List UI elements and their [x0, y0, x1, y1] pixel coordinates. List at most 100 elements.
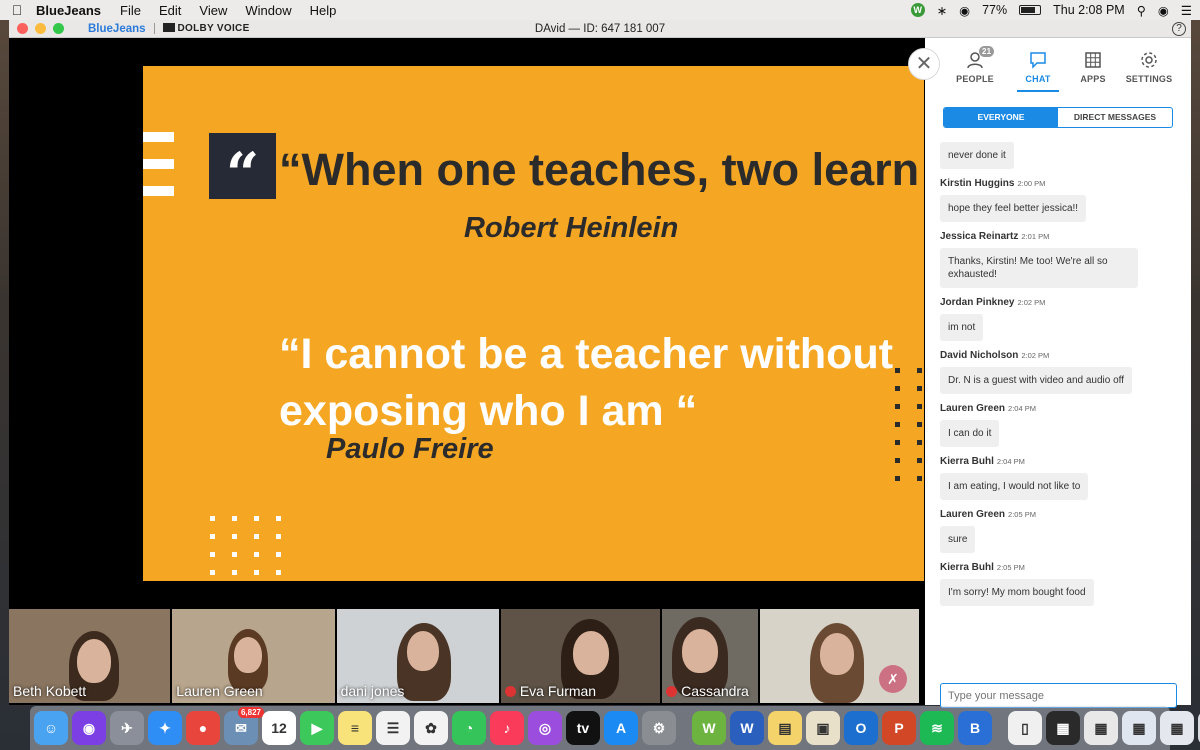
- message-header: Lauren Green 2:05 PM: [940, 509, 1185, 520]
- podcasts-icon[interactable]: ◎: [528, 711, 562, 745]
- decor-bar: [143, 159, 174, 169]
- tab-people-label: PEOPLE: [956, 74, 994, 84]
- zoom-window-button[interactable]: [53, 23, 64, 34]
- battery-percent[interactable]: 77%: [982, 3, 1007, 17]
- search-icon[interactable]: ⚲: [1137, 3, 1146, 18]
- participant-tile-beth-kobett[interactable]: Beth Kobett: [9, 609, 171, 703]
- participant-tile-eva-furman[interactable]: Eva Furman: [500, 609, 661, 703]
- participant-tile-lauren-green[interactable]: Lauren Green: [172, 609, 335, 703]
- window-controls: [17, 23, 64, 34]
- menu-window[interactable]: Window: [236, 3, 300, 18]
- battery-icon[interactable]: [1019, 5, 1042, 15]
- participant-tile-self[interactable]: ✗: [759, 609, 920, 703]
- tab-chat[interactable]: CHAT: [1010, 50, 1066, 92]
- messages-icon[interactable]: ◔: [452, 711, 486, 745]
- app-store-icon[interactable]: A: [604, 711, 638, 745]
- facetime-icon[interactable]: ▶: [300, 711, 334, 745]
- tab-direct-messages[interactable]: DIRECT MESSAGES: [1058, 108, 1172, 127]
- finder-icon[interactable]: ☺: [34, 711, 68, 745]
- message-time: 2:00 PM: [1017, 179, 1046, 188]
- participant-face: [234, 637, 263, 673]
- control-center-icon[interactable]: ☰: [1181, 3, 1192, 18]
- participant-name-label: Eva Furman: [519, 683, 597, 699]
- participant-tile-dani-jones[interactable]: dani jones: [336, 609, 499, 703]
- tab-apps[interactable]: APPS: [1065, 50, 1121, 84]
- apple-menu-icon[interactable]: : [0, 2, 34, 18]
- finder-glyph: ☺: [43, 720, 59, 736]
- tab-apps-label: APPS: [1080, 74, 1106, 84]
- tab-settings-label: SETTINGS: [1125, 74, 1173, 84]
- siri-icon[interactable]: ◉: [1158, 3, 1169, 18]
- window-thumb-4-icon[interactable]: ▦: [1160, 711, 1194, 745]
- tab-settings[interactable]: SETTINGS: [1118, 50, 1180, 84]
- participant-name-label: Beth Kobett: [13, 683, 87, 699]
- word-glyph: W: [740, 720, 754, 736]
- reminders-glyph: ☰: [386, 719, 400, 736]
- window-thumb-3-icon[interactable]: ▦: [1122, 711, 1156, 745]
- message-text: sure: [940, 526, 976, 553]
- tab-chat-label: CHAT: [1025, 74, 1051, 84]
- outlook-icon[interactable]: O: [844, 711, 878, 745]
- stickies-icon[interactable]: ▤: [768, 711, 802, 745]
- menu-edit[interactable]: Edit: [150, 3, 190, 18]
- photos-mail-icon[interactable]: ✉ 6,827: [224, 707, 264, 745]
- chat-message-input[interactable]: [940, 683, 1177, 708]
- help-button[interactable]: ?: [1172, 22, 1186, 36]
- safari-icon[interactable]: ✦: [148, 711, 182, 745]
- calendar-glyph: 12: [271, 720, 287, 736]
- preview-glyph: ▣: [816, 719, 830, 736]
- participant-face: [819, 633, 854, 675]
- w-app-glyph: W: [702, 720, 716, 736]
- window-thumb-1-icon[interactable]: ▦: [1046, 711, 1080, 745]
- w-app-icon[interactable]: W: [692, 711, 726, 745]
- window-thumb-1-glyph: ▦: [1056, 719, 1070, 736]
- spotify-icon[interactable]: ≋: [920, 711, 954, 745]
- participant-name-label: dani jones: [340, 683, 405, 699]
- menu-help[interactable]: Help: [301, 3, 346, 18]
- notes-icon[interactable]: ≡: [338, 711, 372, 745]
- chrome-icon[interactable]: ●: [186, 711, 220, 745]
- participant-name-label: Lauren Green: [176, 683, 263, 699]
- participant-name: dani jones: [341, 683, 405, 699]
- window-thumb-2-icon[interactable]: ▦: [1084, 711, 1118, 745]
- participant-tile-cassandra[interactable]: Cassandra: [662, 609, 758, 703]
- clock[interactable]: Thu 2:08 PM: [1053, 3, 1125, 17]
- bluejeans-icon[interactable]: B: [958, 711, 992, 745]
- word-icon[interactable]: W: [730, 711, 764, 745]
- muted-icon: [504, 686, 516, 697]
- w-status-icon[interactable]: W: [910, 3, 925, 17]
- window-thumb-3-glyph: ▦: [1132, 719, 1146, 736]
- wifi-icon[interactable]: ◉: [959, 3, 970, 18]
- quote-icon: “: [209, 133, 276, 208]
- window-thumb-4-glyph: ▦: [1170, 719, 1184, 736]
- launchpad-icon[interactable]: ✈: [110, 711, 144, 745]
- app-store-glyph: A: [615, 720, 627, 736]
- music-icon[interactable]: ♪: [490, 711, 524, 745]
- menu-app-name[interactable]: BlueJeans: [34, 3, 111, 18]
- calendar-icon[interactable]: 12: [262, 711, 296, 745]
- powerpoint-icon[interactable]: P: [882, 711, 916, 745]
- document-icon[interactable]: ▯: [1008, 711, 1042, 745]
- menu-view[interactable]: View: [190, 3, 236, 18]
- reminders-icon[interactable]: ☰: [376, 711, 410, 745]
- chat-message: Jessica Reinartz 2:01 PM Thanks, Kirstin!…: [940, 231, 1185, 288]
- sender-name: Lauren Green: [940, 509, 1006, 520]
- photos-icon[interactable]: ✿: [414, 711, 448, 745]
- participant-face: [572, 631, 609, 675]
- document-glyph: ▯: [1021, 719, 1029, 736]
- mic-muted-icon[interactable]: ✗: [879, 665, 908, 693]
- system-preferences-icon[interactable]: ⚙: [642, 711, 676, 745]
- decor-dots-bottom-left: [210, 516, 281, 575]
- tab-everyone[interactable]: EVERYONE: [944, 108, 1058, 127]
- close-window-button[interactable]: [17, 23, 28, 34]
- minimize-window-button[interactable]: [35, 23, 46, 34]
- tab-people[interactable]: 21 PEOPLE: [947, 46, 1003, 84]
- menu-file[interactable]: File: [111, 3, 150, 18]
- tv-icon[interactable]: tv: [566, 711, 600, 745]
- message-text: I can do it: [940, 420, 1000, 447]
- chat-message-list[interactable]: never done it Kirstin Huggins 2:00 PM hop…: [940, 142, 1185, 670]
- preview-icon[interactable]: ▣: [806, 711, 840, 745]
- bluetooth-icon[interactable]: ∗: [937, 3, 947, 18]
- shared-slide: “ “When one teaches, two learn “ Robert …: [143, 66, 924, 581]
- siri-icon[interactable]: ◉: [72, 711, 106, 745]
